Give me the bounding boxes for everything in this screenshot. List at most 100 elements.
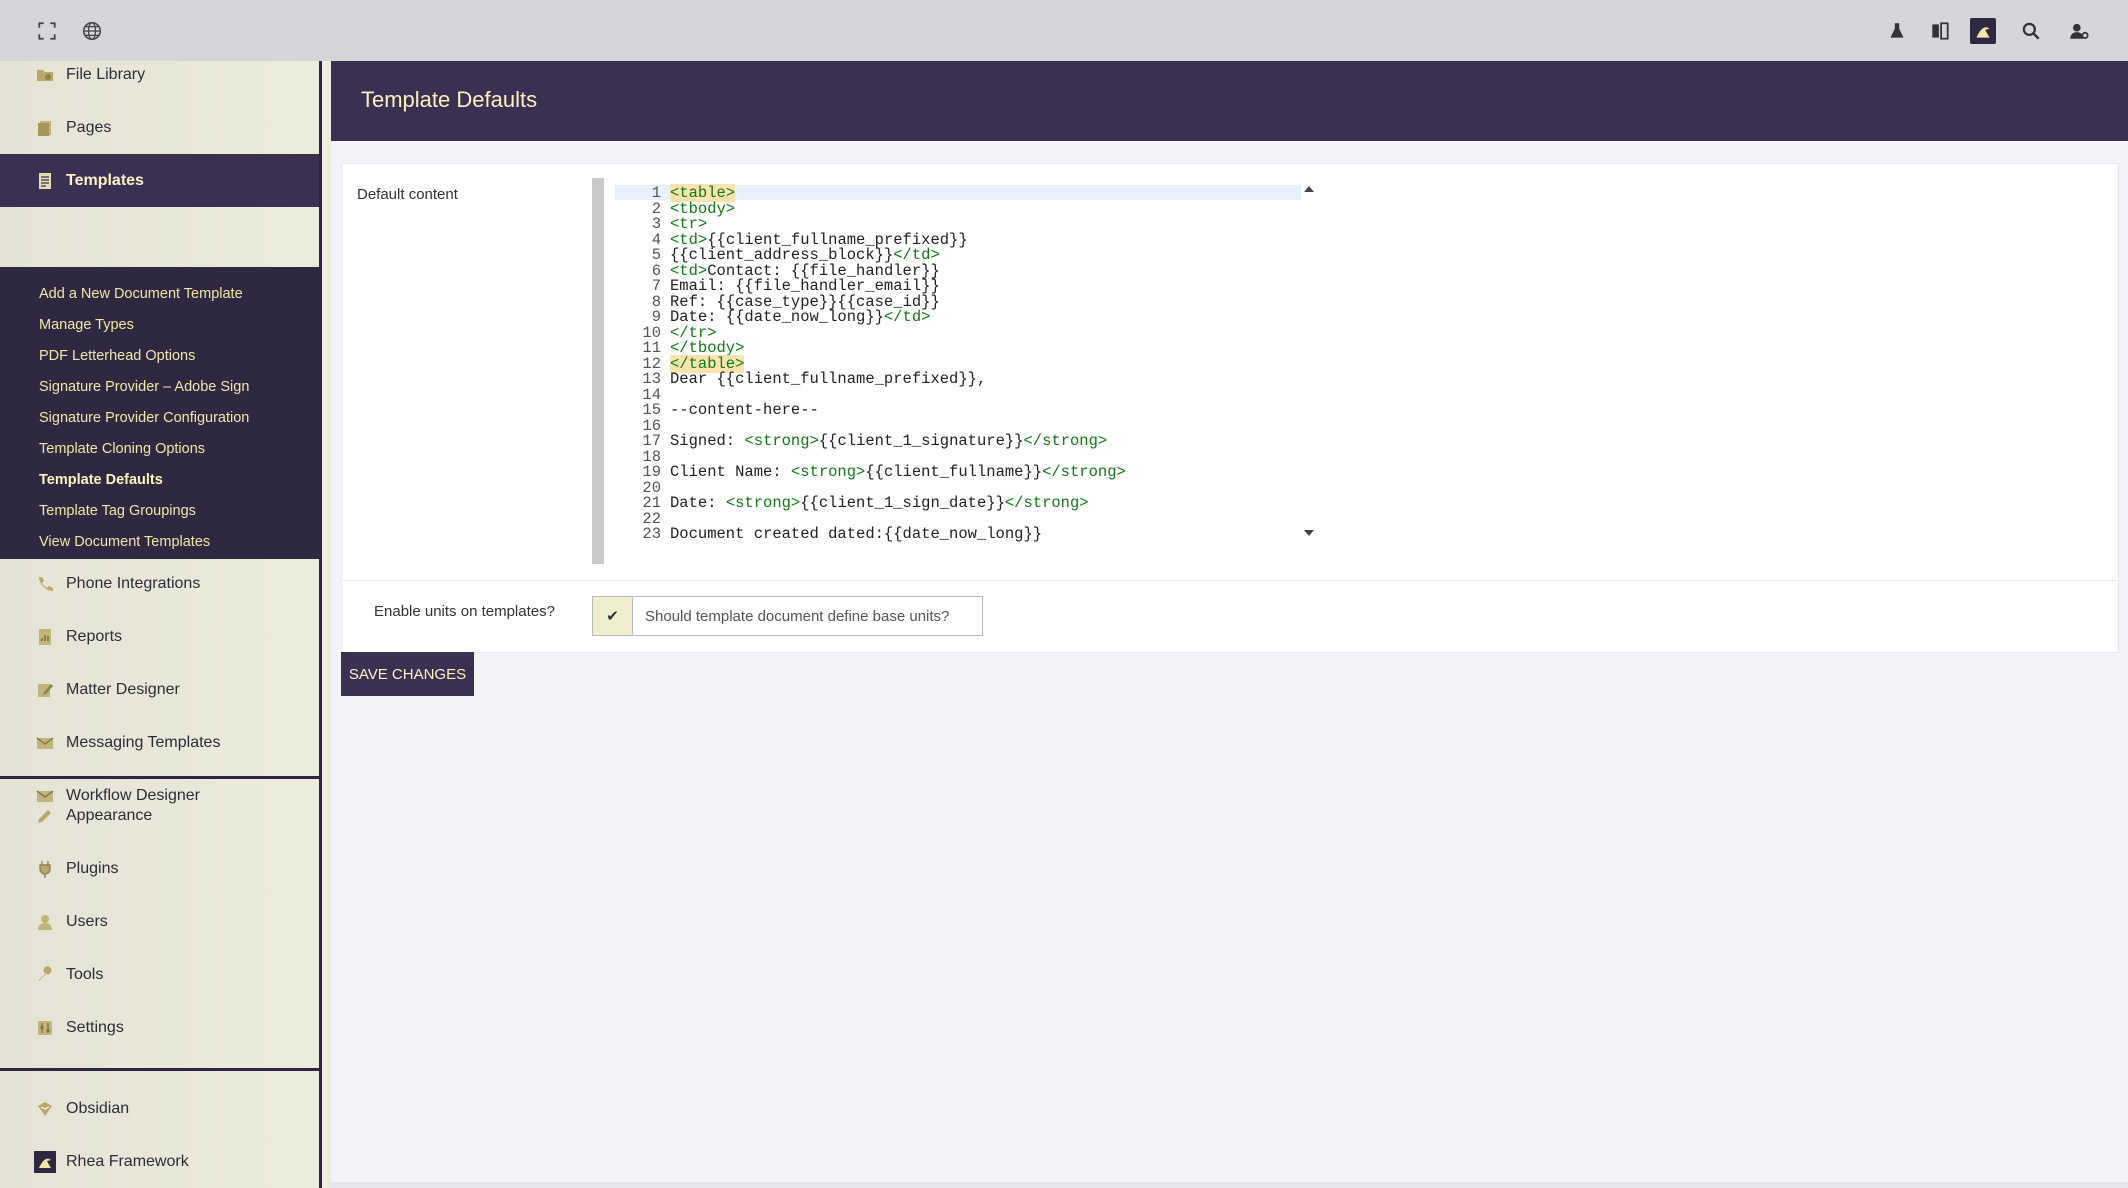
obsidian-icon xyxy=(34,1098,56,1120)
top-bar xyxy=(0,0,2128,61)
code-text: Document created dated:{{date_now_long}} xyxy=(670,525,1043,543)
code-line[interactable]: --content-here-- xyxy=(670,401,819,419)
units-label: Enable units on templates? xyxy=(374,603,555,620)
checkmark-icon[interactable]: ✔ xyxy=(593,597,633,635)
book-icon[interactable] xyxy=(1927,18,1953,44)
sidebar-item-templates[interactable]: Templates xyxy=(0,154,319,207)
submenu-item[interactable]: Template Cloning Options xyxy=(0,434,319,465)
sidebar-scrollbar[interactable] xyxy=(319,61,331,1188)
user-icon xyxy=(34,911,56,933)
flask-icon[interactable] xyxy=(1884,18,1910,44)
sidebar-item-appearance[interactable]: Appearance xyxy=(0,789,319,842)
code-text: Dear {{client_fullname_prefixed}}, xyxy=(670,370,987,388)
divider xyxy=(0,776,319,779)
sidebar-item-tools[interactable]: Tools xyxy=(0,948,319,1001)
code-tag: </td> xyxy=(883,308,931,326)
user-settings-icon[interactable] xyxy=(2066,18,2092,44)
sidebar-item-label: Messaging Templates xyxy=(66,733,221,751)
rhea-logo-icon[interactable] xyxy=(1970,18,1996,44)
code-line[interactable]: Signed: <strong>{{client_1_signature}}</… xyxy=(670,432,1107,450)
sidebar-item-label: Reports xyxy=(66,627,123,645)
templates-submenu: Add a New Document Template Manage Types… xyxy=(0,267,319,559)
sidebar-item-plugins[interactable]: Plugins xyxy=(0,842,319,895)
units-toggle-label: Should template document define base uni… xyxy=(645,607,950,625)
code-line[interactable]: Dear {{client_fullname_prefixed}}, xyxy=(670,370,986,388)
sidebar-item-rhea-framework[interactable]: Rhea Framework xyxy=(0,1135,319,1188)
sidebar: File Library Pages Templates Add a New D… xyxy=(0,61,319,1188)
code-tag: </strong> xyxy=(1042,463,1126,481)
submenu-item[interactable]: Signature Provider – Adobe Sign xyxy=(0,372,319,403)
scroll-down-icon[interactable] xyxy=(1302,528,1316,538)
sidebar-item-label: Users xyxy=(66,912,108,930)
code-tag: </strong> xyxy=(1004,494,1089,512)
pages-icon xyxy=(34,117,56,139)
page-title: Template Defaults xyxy=(361,87,538,112)
sidebar-item-phone-integrations[interactable]: Phone Integrations xyxy=(0,557,319,610)
sidebar-item-label: Appearance xyxy=(66,806,153,824)
report-icon xyxy=(34,626,56,648)
divider xyxy=(0,1068,319,1071)
globe-icon[interactable] xyxy=(79,18,105,44)
submenu-item[interactable]: View Document Templates xyxy=(0,527,319,558)
default-content-label: Default content xyxy=(357,186,458,203)
sidebar-item-reports[interactable]: Reports xyxy=(0,610,319,663)
folder-icon xyxy=(34,64,56,86)
sidebar-item-label: Obsidian xyxy=(66,1099,130,1117)
code-tag: <strong> xyxy=(725,494,801,512)
sidebar-item-label: Pages xyxy=(66,118,112,136)
document-icon xyxy=(34,170,56,192)
page-header: Template Defaults xyxy=(331,61,2128,141)
code-line[interactable]: Date: <strong>{{client_1_sign_date}}</st… xyxy=(670,494,1089,512)
scroll-up-icon[interactable] xyxy=(1302,184,1316,194)
sidebar-item-label: Settings xyxy=(66,1018,124,1036)
sidebar-item-file-library[interactable]: File Library xyxy=(0,61,319,101)
wrench-icon xyxy=(34,964,56,986)
search-icon[interactable] xyxy=(2018,18,2044,44)
code-tag: <strong> xyxy=(790,463,866,481)
plug-icon xyxy=(34,858,56,880)
sidebar-item-settings[interactable]: Settings xyxy=(0,1001,319,1054)
rhea-logo-icon xyxy=(34,1150,56,1173)
footer-strip xyxy=(331,1182,2128,1188)
code-line[interactable]: Document created dated:{{date_now_long}} xyxy=(670,525,1042,543)
save-changes-button[interactable]: SAVE CHANGES xyxy=(341,652,474,696)
code-text: {{client_1_signature}} xyxy=(818,432,1024,450)
fullscreen-icon[interactable] xyxy=(34,18,60,44)
submenu-item-current[interactable]: Template Defaults xyxy=(0,465,319,496)
sidebar-item-messaging-templates[interactable]: Messaging Templates xyxy=(0,716,319,769)
submenu-item[interactable]: Manage Types xyxy=(0,310,319,341)
sidebar-item-label: Rhea Framework xyxy=(66,1152,189,1170)
sidebar-item-label: Phone Integrations xyxy=(66,574,201,592)
submenu-item[interactable]: PDF Letterhead Options xyxy=(0,341,319,372)
submenu-item[interactable]: Add a New Document Template xyxy=(0,279,319,310)
code-text: {{client_1_sign_date}} xyxy=(800,494,1005,512)
code-tag: </strong> xyxy=(1023,432,1108,450)
scrollbar-thumb[interactable] xyxy=(322,333,331,1188)
code-text: Client Name: xyxy=(670,463,791,481)
sidebar-item-label: File Library xyxy=(66,65,146,83)
code-text: {{client_fullname}} xyxy=(865,463,1043,481)
code-line[interactable]: Client Name: <strong>{{client_fullname}}… xyxy=(670,463,1126,481)
edit-icon xyxy=(34,679,56,701)
code-text: Signed: xyxy=(670,432,745,450)
sidebar-item-pages[interactable]: Pages xyxy=(0,101,319,154)
editor-gutter xyxy=(592,178,604,564)
submenu-item[interactable]: Signature Provider Configuration xyxy=(0,403,319,434)
sidebar-item-label: Tools xyxy=(66,965,104,983)
phone-icon xyxy=(34,573,56,595)
sidebar-item-label: Templates xyxy=(66,171,144,189)
sliders-icon xyxy=(34,1017,56,1039)
submenu-item[interactable]: Template Tag Groupings xyxy=(0,496,319,527)
mail-icon xyxy=(34,732,56,754)
sidebar-item-users[interactable]: Users xyxy=(0,895,319,948)
sidebar-item-obsidian[interactable]: Obsidian xyxy=(0,1082,319,1135)
sidebar-item-label: Plugins xyxy=(66,859,119,877)
divider xyxy=(342,580,2118,581)
sidebar-item-label: Matter Designer xyxy=(66,680,180,698)
code-tag: <strong> xyxy=(744,432,819,450)
sidebar-item-matter-designer[interactable]: Matter Designer xyxy=(0,663,319,716)
code-editor[interactable]: 1 <table> 2 <tbody> 3 <tr> 4 <td>{{client_fulln… xyxy=(615,180,1315,544)
code-text: --content-here-- xyxy=(670,401,819,419)
units-toggle[interactable]: ✔ Should template document define base u… xyxy=(592,596,983,636)
line-number: 23 xyxy=(642,525,661,543)
